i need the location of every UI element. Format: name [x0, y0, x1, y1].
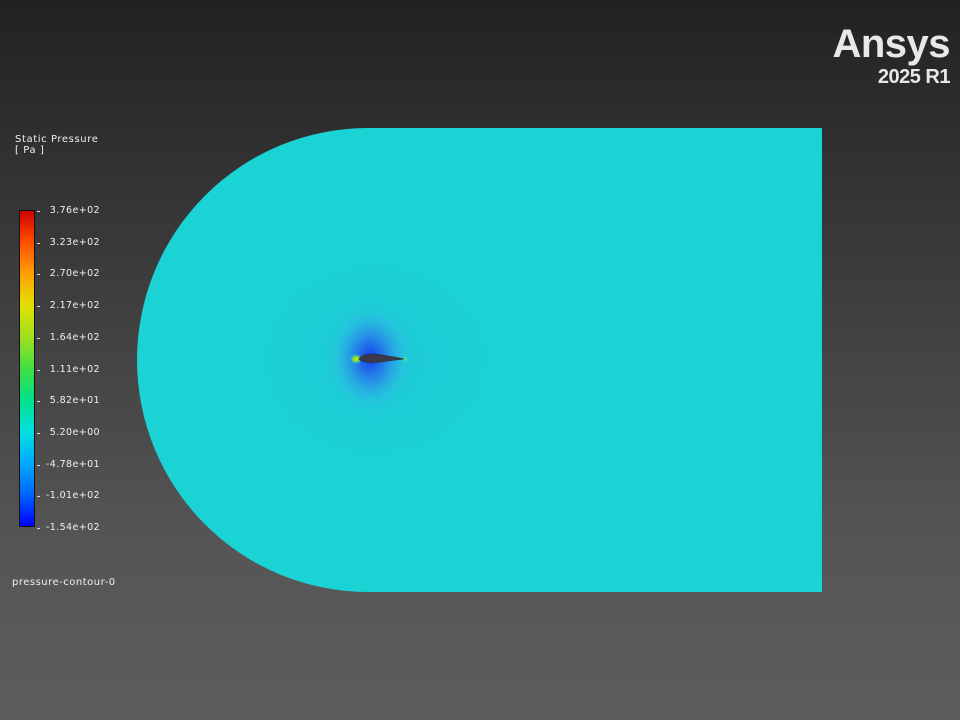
- graphics-viewport[interactable]: [0, 0, 960, 720]
